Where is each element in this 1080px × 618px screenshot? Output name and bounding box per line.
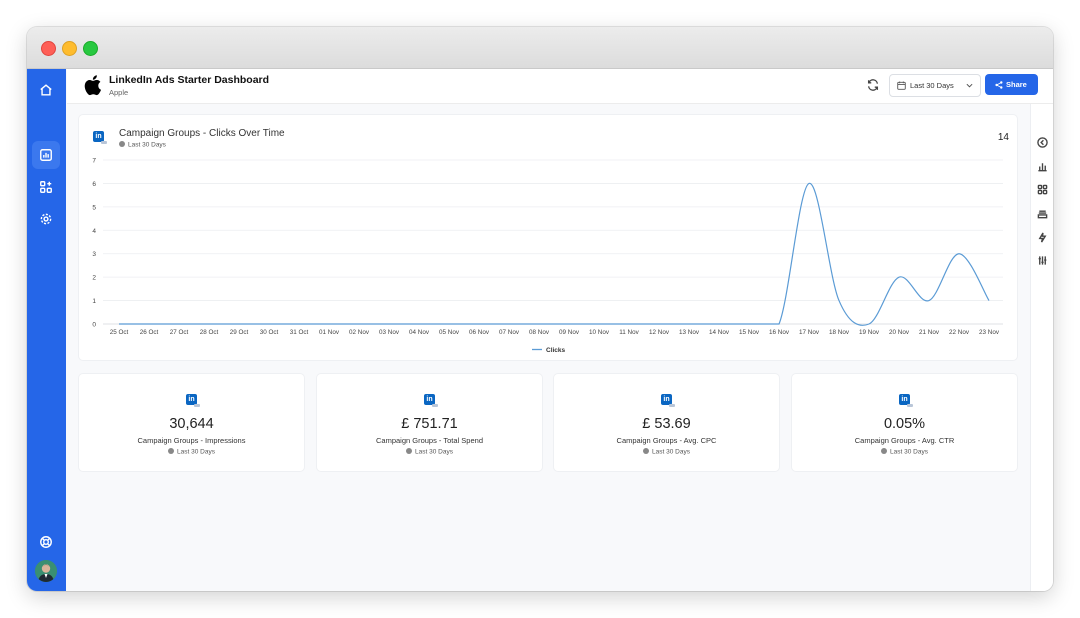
kpi-period: Last 30 Days [317,448,542,456]
kpi-card: in £ 751.71 Campaign Groups - Total Spend L… [317,374,542,471]
x-tick-label: 17 Nov [799,329,820,336]
x-tick-label: 22 Nov [949,329,970,336]
x-tick-label: 01 Nov [319,329,340,336]
x-tick-label: 03 Nov [379,329,400,336]
x-tick-label: 21 Nov [919,329,940,336]
kpi-period: Last 30 Days [554,448,779,456]
x-tick-label: 13 Nov [679,329,700,336]
kpi-value: £ 751.71 [401,416,458,432]
kpi-value: 0.05% [883,416,926,432]
clicks-line-chart: 0 1 2 3 4 5 6 7 25 Oct 26 Oct 27 Oct 28 Oct 29 Oct 3… [92,158,1003,354]
kpi-period: Last 30 Days [79,448,304,456]
y-tick-label: 3 [92,251,96,258]
linkedin-logo-icon: in [661,394,675,407]
x-tick-label: 02 Nov [349,329,370,336]
x-tick-label: 07 Nov [499,329,520,336]
globe-icon [643,448,650,454]
x-tick-label: 09 Nov [559,329,580,336]
x-tick-label: 19 Nov [859,329,880,336]
x-tick-label: 15 Nov [739,329,760,336]
kpi-period: Last 30 Days [792,448,1017,456]
kpi-period-label: Last 30 Days [652,448,690,456]
kpi-label: Campaign Groups - Impressions [137,436,246,445]
x-tick-label: 12 Nov [649,329,670,336]
y-tick-label: 1 [92,298,96,305]
globe-icon [881,448,888,454]
kpi-label: Campaign Groups - Total Spend [375,436,483,445]
linkedin-logo-icon: in [899,394,913,407]
globe-icon [168,448,175,454]
y-tick-label: 2 [92,275,96,282]
series-line-clicks [119,182,990,326]
legend-label[interactable]: Clicks [546,347,566,354]
kpi-label: Campaign Groups - Avg. CTR [854,436,955,445]
kpi-value: £ 53.69 [642,416,691,432]
kpi-card: in £ 53.69 Campaign Groups - Avg. CPC Last … [554,374,779,471]
y-tick-label: 5 [92,204,96,211]
kpi-card: in 0.05% Campaign Groups - Avg. CTR Last 30… [792,374,1017,471]
x-tick-label: 29 Oct [230,329,249,336]
kpi-period-label: Last 30 Days [177,448,215,456]
y-tick-label: 6 [92,181,96,188]
x-tick-label: 28 Oct [200,329,219,336]
kpi-label: Campaign Groups - Avg. CPC [616,436,717,445]
kpi-value: 30,644 [169,416,214,432]
x-tick-label: 30 Oct [260,329,279,336]
x-tick-label: 10 Nov [589,329,610,336]
x-tick-label: 06 Nov [469,329,490,336]
x-tick-label: 18 Nov [829,329,850,336]
x-tick-label: 26 Oct [140,329,159,336]
globe-icon [406,448,413,454]
x-tick-label: 27 Oct [170,329,189,336]
y-tick-label: 7 [92,158,96,165]
y-tick-label: 0 [92,322,96,329]
linkedin-logo-icon: in [186,394,200,407]
linkedin-logo-icon: in [424,394,438,407]
x-tick-label: 16 Nov [769,329,790,336]
x-tick-label: 11 Nov [619,329,639,336]
y-tick-label: 4 [92,228,96,235]
kpi-period-label: Last 30 Days [415,448,453,456]
x-tick-label: 31 Oct [290,329,309,336]
x-tick-label: 08 Nov [529,329,550,336]
kpi-period-label: Last 30 Days [890,448,928,456]
x-tick-label: 04 Nov [409,329,430,336]
x-tick-label: 14 Nov [709,329,730,336]
x-tick-label: 05 Nov [439,329,460,336]
x-tick-label: 25 Oct [110,329,129,336]
x-tick-label: 20 Nov [889,329,910,336]
x-tick-label: 23 Nov [979,329,1000,336]
kpi-card: in 30,644 Campaign Groups - Impressions Las… [79,374,304,471]
